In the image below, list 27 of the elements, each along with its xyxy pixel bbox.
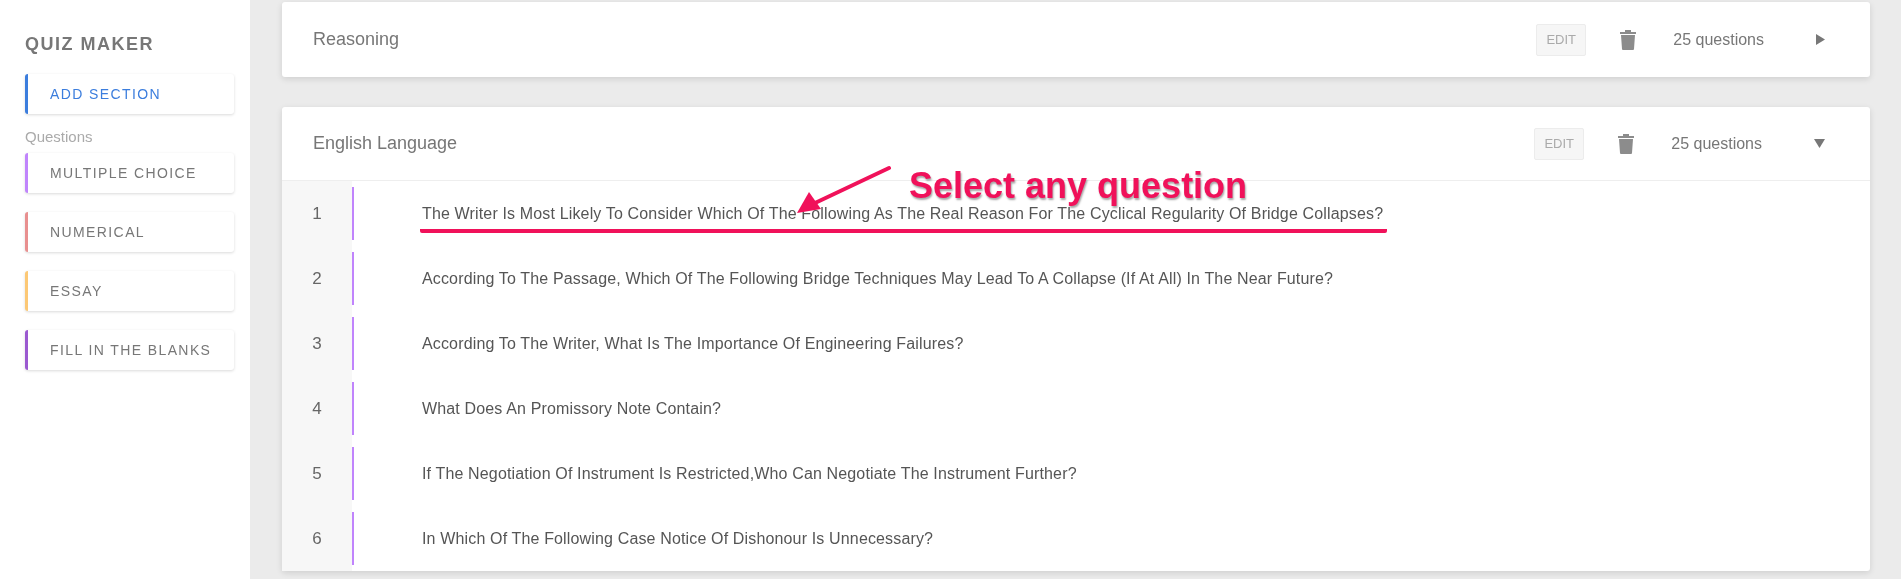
question-number: 3 — [282, 311, 352, 376]
question-text[interactable]: If The Negotiation Of Instrument Is Restricted,Who Can Negotiate The Instrument Further? — [422, 464, 1077, 483]
question-number: 1 — [282, 181, 352, 246]
trash-icon[interactable] — [1618, 133, 1635, 154]
question-text[interactable]: What Does An Promissory Note Contain? — [422, 399, 721, 418]
question-type-button[interactable]: FILL IN THE BLANKS — [25, 330, 234, 370]
collapse-icon[interactable] — [1814, 139, 1825, 148]
question-number: 5 — [282, 441, 352, 506]
question-number: 4 — [282, 376, 352, 441]
section-title[interactable]: Reasoning — [313, 29, 400, 50]
question-number: 2 — [282, 246, 352, 311]
question-type-button[interactable]: ESSAY — [25, 271, 234, 311]
add-section-button[interactable]: ADD SECTION — [25, 74, 234, 114]
expand-icon[interactable] — [1816, 34, 1825, 45]
group-label: Questions — [25, 128, 93, 145]
question-type-button[interactable]: MULTIPLE CHOICE — [25, 153, 234, 193]
annotation-text: Select any question — [909, 165, 1248, 207]
question-text[interactable]: According To The Writer, What Is The Importance Of Engineering Failures? — [422, 334, 964, 353]
app-title: QUIZ MAKER — [25, 34, 154, 55]
question-text[interactable]: According To The Passage, Which Of The Following Bridge Techniques May Lead To A Collapse (If At All) In The Near Future? — [422, 269, 1334, 288]
question-count: 25 questions — [1673, 30, 1764, 49]
question-number: 6 — [282, 506, 352, 571]
trash-icon[interactable] — [1620, 29, 1637, 50]
question-type-button[interactable]: NUMERICAL — [25, 212, 234, 252]
section-title[interactable]: English Language — [313, 133, 458, 154]
question-count: 25 questions — [1671, 134, 1762, 153]
question-text[interactable]: In Which Of The Following Case Notice Of Dishonour Is Unnecessary? — [422, 529, 934, 548]
